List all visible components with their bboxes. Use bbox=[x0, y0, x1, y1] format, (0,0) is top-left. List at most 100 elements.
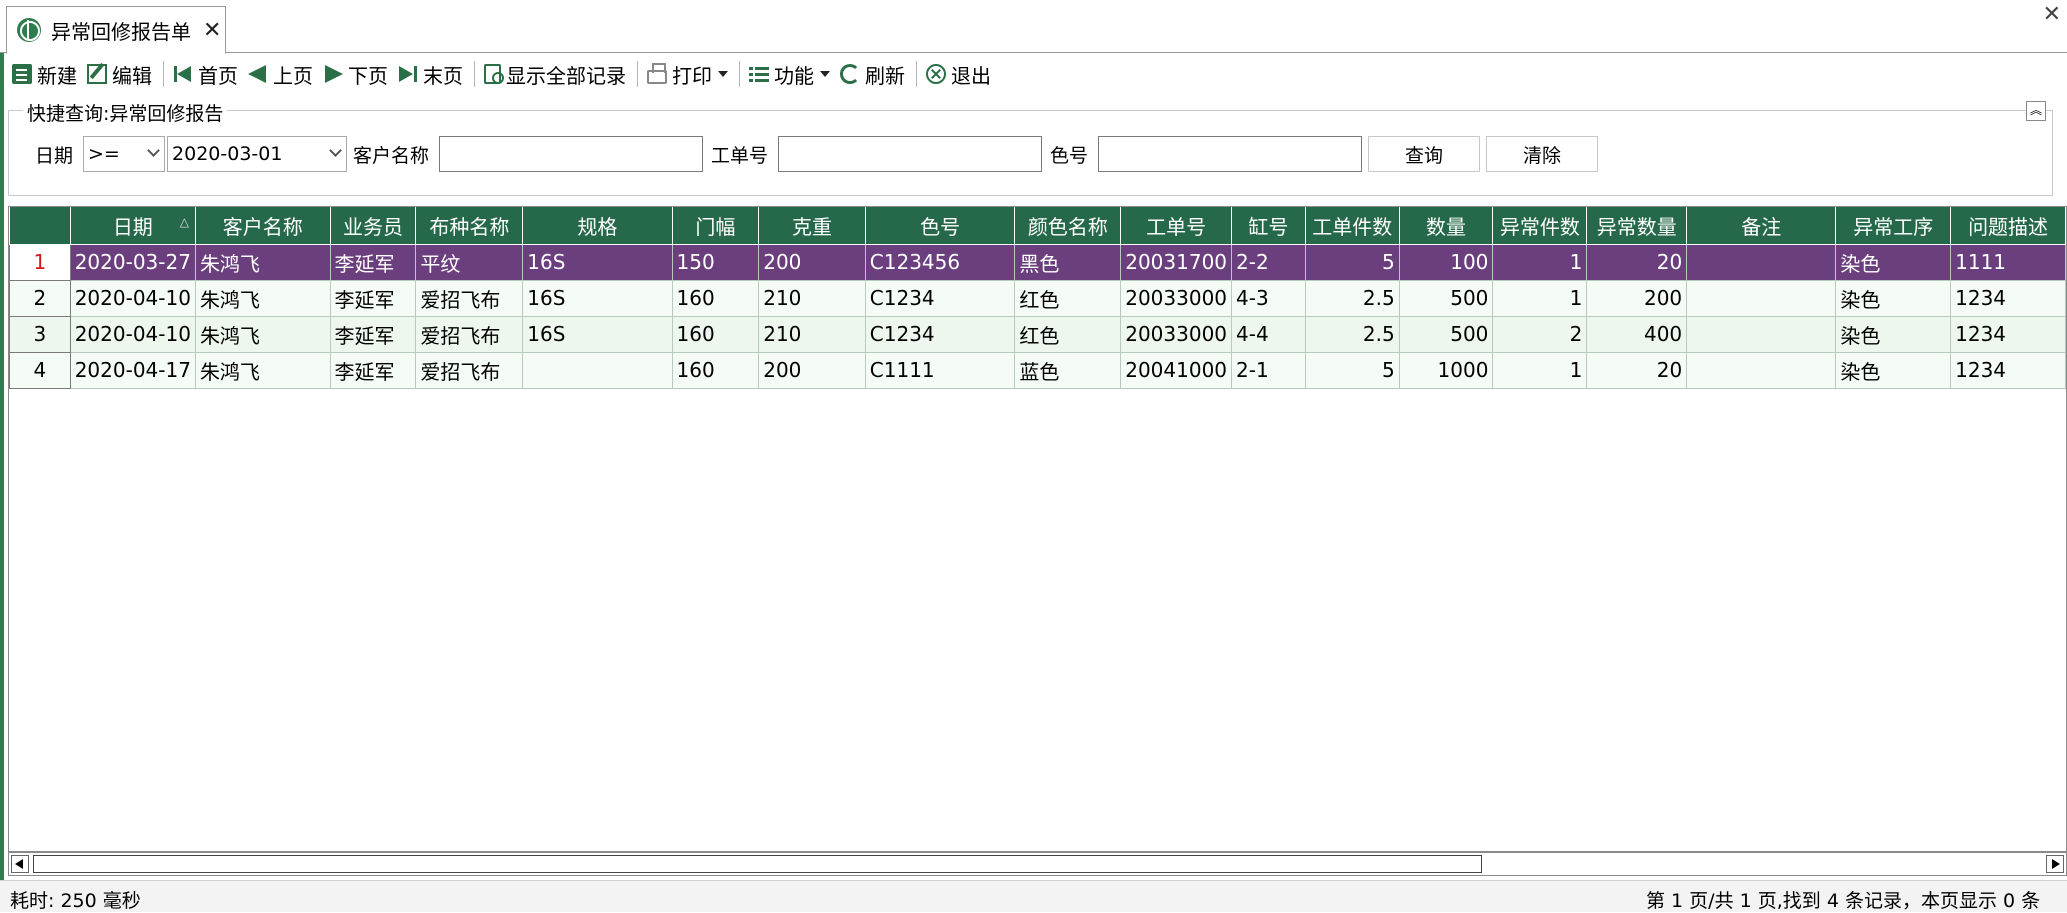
table-cell[interactable]: 20 bbox=[1586, 244, 1688, 281]
column-header[interactable]: 异常件数 bbox=[1492, 207, 1588, 245]
table-cell[interactable]: 210 bbox=[758, 280, 866, 317]
tab-close-icon[interactable]: ✕ bbox=[203, 18, 221, 43]
scroll-left-icon[interactable] bbox=[11, 855, 29, 873]
table-cell[interactable]: 200 bbox=[758, 352, 866, 389]
table-cell[interactable]: 16S bbox=[522, 280, 673, 317]
table-cell[interactable]: 2020-04-10 bbox=[70, 316, 196, 353]
column-header[interactable]: 问题描述 bbox=[1950, 207, 2066, 245]
column-header[interactable]: 门幅 bbox=[672, 207, 760, 245]
table-cell[interactable]: 4-4 bbox=[1231, 316, 1306, 353]
table-cell[interactable]: 蓝色 bbox=[1014, 352, 1122, 389]
data-grid[interactable]: 日期客户名称业务员布种名称规格门幅克重色号颜色名称工单号缸号工单件数数量异常件数… bbox=[8, 206, 2067, 852]
collapse-icon[interactable]: ︽ bbox=[2026, 101, 2046, 121]
first-page-button[interactable]: 首页 bbox=[169, 57, 242, 91]
table-cell[interactable]: 2.5 bbox=[1305, 280, 1400, 317]
table-row[interactable]: 2 2020-04-10 朱鸿飞 李延军 爱招飞布 16S 160 210 C1234 红色 200… bbox=[9, 279, 2066, 317]
table-cell[interactable]: 朱鸿飞 bbox=[195, 280, 331, 317]
table-cell[interactable]: 20 bbox=[1586, 352, 1688, 389]
table-cell[interactable]: 1111 bbox=[1950, 244, 2066, 281]
table-cell[interactable]: 2 bbox=[1492, 316, 1588, 353]
column-header[interactable]: 备注 bbox=[1686, 207, 1837, 245]
table-cell[interactable]: 5 bbox=[1305, 352, 1400, 389]
table-cell[interactable]: 染色 bbox=[1835, 244, 1952, 281]
function-button[interactable]: 功能 bbox=[745, 57, 834, 91]
table-cell[interactable] bbox=[1686, 244, 1837, 281]
table-row[interactable]: 4 2020-04-17 朱鸿飞 李延军 爱招飞布 160 200 C1111 蓝色 200410… bbox=[9, 351, 2066, 389]
table-cell[interactable]: 16S bbox=[522, 316, 673, 353]
table-cell[interactable]: 20041000 bbox=[1120, 352, 1233, 389]
table-cell[interactable]: 2-1 bbox=[1231, 352, 1306, 389]
table-cell[interactable]: 红色 bbox=[1014, 316, 1122, 353]
row-number-cell[interactable]: 2 bbox=[9, 279, 71, 317]
column-header[interactable]: 业务员 bbox=[330, 207, 417, 245]
table-cell[interactable]: 1234 bbox=[1950, 352, 2066, 389]
column-header[interactable]: 客户名称 bbox=[195, 207, 331, 245]
table-cell[interactable]: 爱招飞布 bbox=[415, 352, 524, 389]
table-cell[interactable]: 1234 bbox=[1950, 316, 2066, 353]
table-cell[interactable]: 2020-04-10 bbox=[70, 280, 196, 317]
table-cell[interactable]: 朱鸿飞 bbox=[195, 244, 331, 281]
next-page-button[interactable]: 下页 bbox=[319, 57, 392, 91]
table-cell[interactable]: 黑色 bbox=[1014, 244, 1122, 281]
table-cell[interactable]: 150 bbox=[672, 244, 760, 281]
horizontal-scrollbar[interactable] bbox=[8, 852, 2067, 876]
table-cell[interactable]: C1234 bbox=[865, 280, 1016, 317]
prev-page-button[interactable]: 上页 bbox=[244, 57, 317, 91]
table-cell[interactable]: 20031700 bbox=[1120, 244, 1233, 281]
row-number-cell[interactable]: 1 bbox=[9, 243, 71, 281]
table-cell[interactable]: C1111 bbox=[865, 352, 1016, 389]
table-cell[interactable]: 1234 bbox=[1950, 280, 2066, 317]
table-cell[interactable]: 李延军 bbox=[330, 352, 417, 389]
table-cell[interactable]: 160 bbox=[672, 352, 760, 389]
row-number-header[interactable] bbox=[9, 207, 71, 245]
table-cell[interactable]: 李延军 bbox=[330, 244, 417, 281]
table-cell[interactable]: 200 bbox=[1586, 280, 1688, 317]
column-header[interactable]: 数量 bbox=[1399, 207, 1494, 245]
window-close-icon[interactable]: ✕ bbox=[2043, 2, 2061, 27]
column-header[interactable]: 异常数量 bbox=[1586, 207, 1688, 245]
table-cell[interactable]: 2020-04-17 bbox=[70, 352, 196, 389]
table-cell[interactable]: 1 bbox=[1492, 280, 1588, 317]
last-page-button[interactable]: 末页 bbox=[394, 57, 467, 91]
table-cell[interactable]: 1000 bbox=[1399, 352, 1494, 389]
edit-button[interactable]: 编辑 bbox=[83, 57, 156, 91]
column-header[interactable]: 缸号 bbox=[1231, 207, 1306, 245]
table-cell[interactable] bbox=[1686, 316, 1837, 353]
table-cell[interactable]: 染色 bbox=[1835, 280, 1952, 317]
column-header[interactable]: 颜色名称 bbox=[1014, 207, 1122, 245]
table-cell[interactable]: 1 bbox=[1492, 352, 1588, 389]
table-cell[interactable]: 500 bbox=[1399, 316, 1494, 353]
table-cell[interactable]: 100 bbox=[1399, 244, 1494, 281]
customer-input[interactable] bbox=[439, 136, 704, 172]
table-cell[interactable]: 李延军 bbox=[330, 280, 417, 317]
table-cell[interactable]: 20033000 bbox=[1120, 280, 1233, 317]
table-cell[interactable]: 210 bbox=[758, 316, 866, 353]
table-cell[interactable]: 爱招飞布 bbox=[415, 316, 524, 353]
column-header[interactable]: 布种名称 bbox=[415, 207, 524, 245]
table-cell[interactable]: 2020-03-27 bbox=[70, 244, 196, 281]
column-header[interactable]: 色号 bbox=[865, 207, 1016, 245]
table-cell[interactable]: 500 bbox=[1399, 280, 1494, 317]
table-cell[interactable]: 爱招飞布 bbox=[415, 280, 524, 317]
table-cell[interactable] bbox=[1686, 352, 1837, 389]
clear-button[interactable]: 清除 bbox=[1486, 136, 1599, 172]
table-cell[interactable]: C123456 bbox=[865, 244, 1016, 281]
table-row[interactable]: 3 2020-04-10 朱鸿飞 李延军 爱招飞布 16S 160 210 C1234 红色 200… bbox=[9, 315, 2066, 353]
table-cell[interactable]: 平纹 bbox=[415, 244, 524, 281]
table-cell[interactable]: 染色 bbox=[1835, 316, 1952, 353]
table-cell[interactable]: 16S bbox=[522, 244, 673, 281]
table-cell[interactable]: 20033000 bbox=[1120, 316, 1233, 353]
table-cell[interactable] bbox=[522, 352, 673, 389]
table-cell[interactable]: 5 bbox=[1305, 244, 1400, 281]
table-cell[interactable]: 200 bbox=[758, 244, 866, 281]
column-header[interactable]: 日期 bbox=[70, 207, 196, 245]
scroll-right-icon[interactable] bbox=[2046, 855, 2064, 873]
table-cell[interactable]: 李延军 bbox=[330, 316, 417, 353]
exit-button[interactable]: 退出 bbox=[922, 57, 995, 91]
date-picker[interactable]: 2020-03-01 bbox=[167, 136, 348, 172]
table-cell[interactable]: 4-3 bbox=[1231, 280, 1306, 317]
table-cell[interactable]: 朱鸿飞 bbox=[195, 352, 331, 389]
table-cell[interactable]: C1234 bbox=[865, 316, 1016, 353]
table-cell[interactable]: 朱鸿飞 bbox=[195, 316, 331, 353]
column-header[interactable]: 规格 bbox=[522, 207, 673, 245]
